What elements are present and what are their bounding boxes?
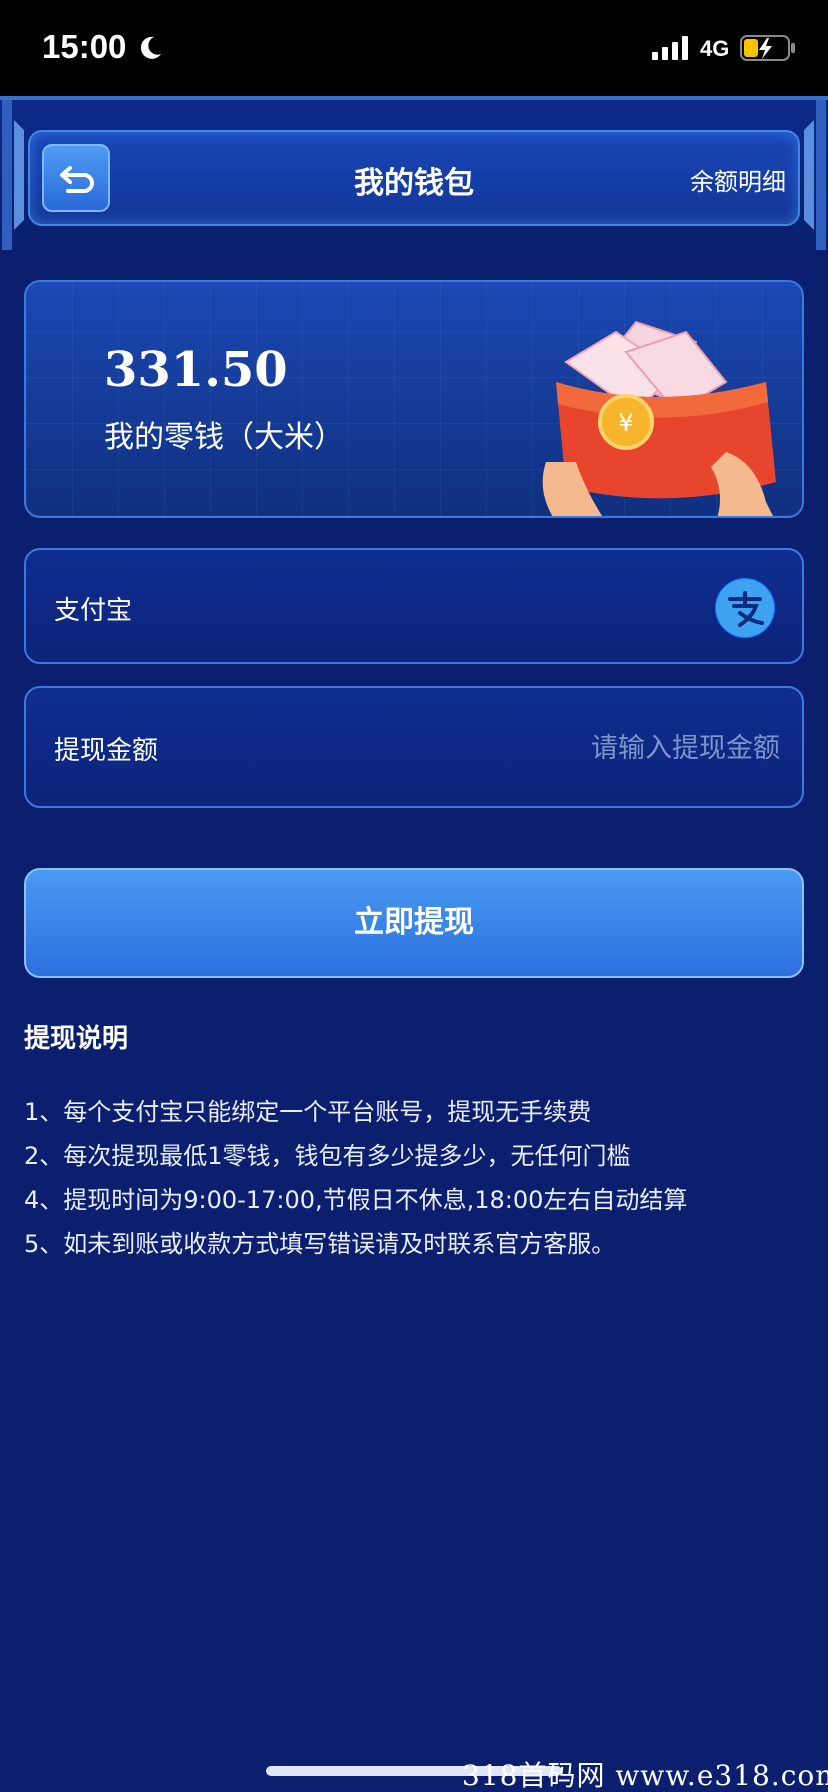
cellular-signal-icon	[652, 36, 688, 60]
balance-amount: 331.50	[104, 342, 288, 398]
watermark: 318首码网 www.e318.com	[462, 1759, 828, 1792]
withdraw-amount-label: 提现金额	[54, 736, 159, 766]
header-bar: 我的钱包 余额明细	[0, 96, 828, 254]
balance-card: 331.50 我的零钱（大米） ¥	[24, 280, 804, 518]
alipay-icon	[715, 578, 775, 638]
header-decoration-left	[2, 100, 24, 250]
moon-icon	[140, 36, 161, 59]
instruction-item: 4、提现时间为9:00-17:00,节假日不休息,18:00左右自动结算	[24, 1186, 688, 1214]
instruction-item: 1、每个支付宝只能绑定一个平台账号，提现无手续费	[24, 1098, 592, 1126]
balance-label: 我的零钱（大米）	[104, 420, 344, 455]
withdraw-amount-input[interactable]	[420, 724, 780, 772]
battery-charging-icon	[740, 35, 795, 61]
instruction-item: 5、如未到账或收款方式填写错误请及时联系官方客服。	[24, 1230, 616, 1258]
red-packet-illustration: ¥	[542, 320, 776, 516]
payment-method-field[interactable]: 支付宝	[24, 548, 804, 664]
instruction-item: 2、每次提现最低1零钱，钱包有多少提多少，无任何门槛	[24, 1142, 631, 1170]
balance-detail-link[interactable]: 余额明细	[690, 162, 786, 197]
instructions-list: 1、每个支付宝只能绑定一个平台账号，提现无手续费 2、每次提现最低1零钱，钱包有…	[24, 1090, 814, 1266]
header-panel: 我的钱包 余额明细	[28, 130, 800, 226]
network-type: 4G	[700, 36, 730, 61]
status-time: 15:00	[42, 28, 127, 65]
header-decoration-right	[804, 100, 826, 250]
svg-text:¥: ¥	[618, 409, 633, 437]
instructions-title: 提现说明	[24, 1024, 129, 1054]
withdraw-amount-field: 提现金额	[24, 686, 804, 808]
status-bar: 15:00 4G	[0, 0, 828, 96]
withdraw-now-button[interactable]: 立即提现	[24, 868, 804, 978]
payment-method-label: 支付宝	[54, 596, 133, 626]
page-title: 我的钱包	[354, 166, 474, 201]
